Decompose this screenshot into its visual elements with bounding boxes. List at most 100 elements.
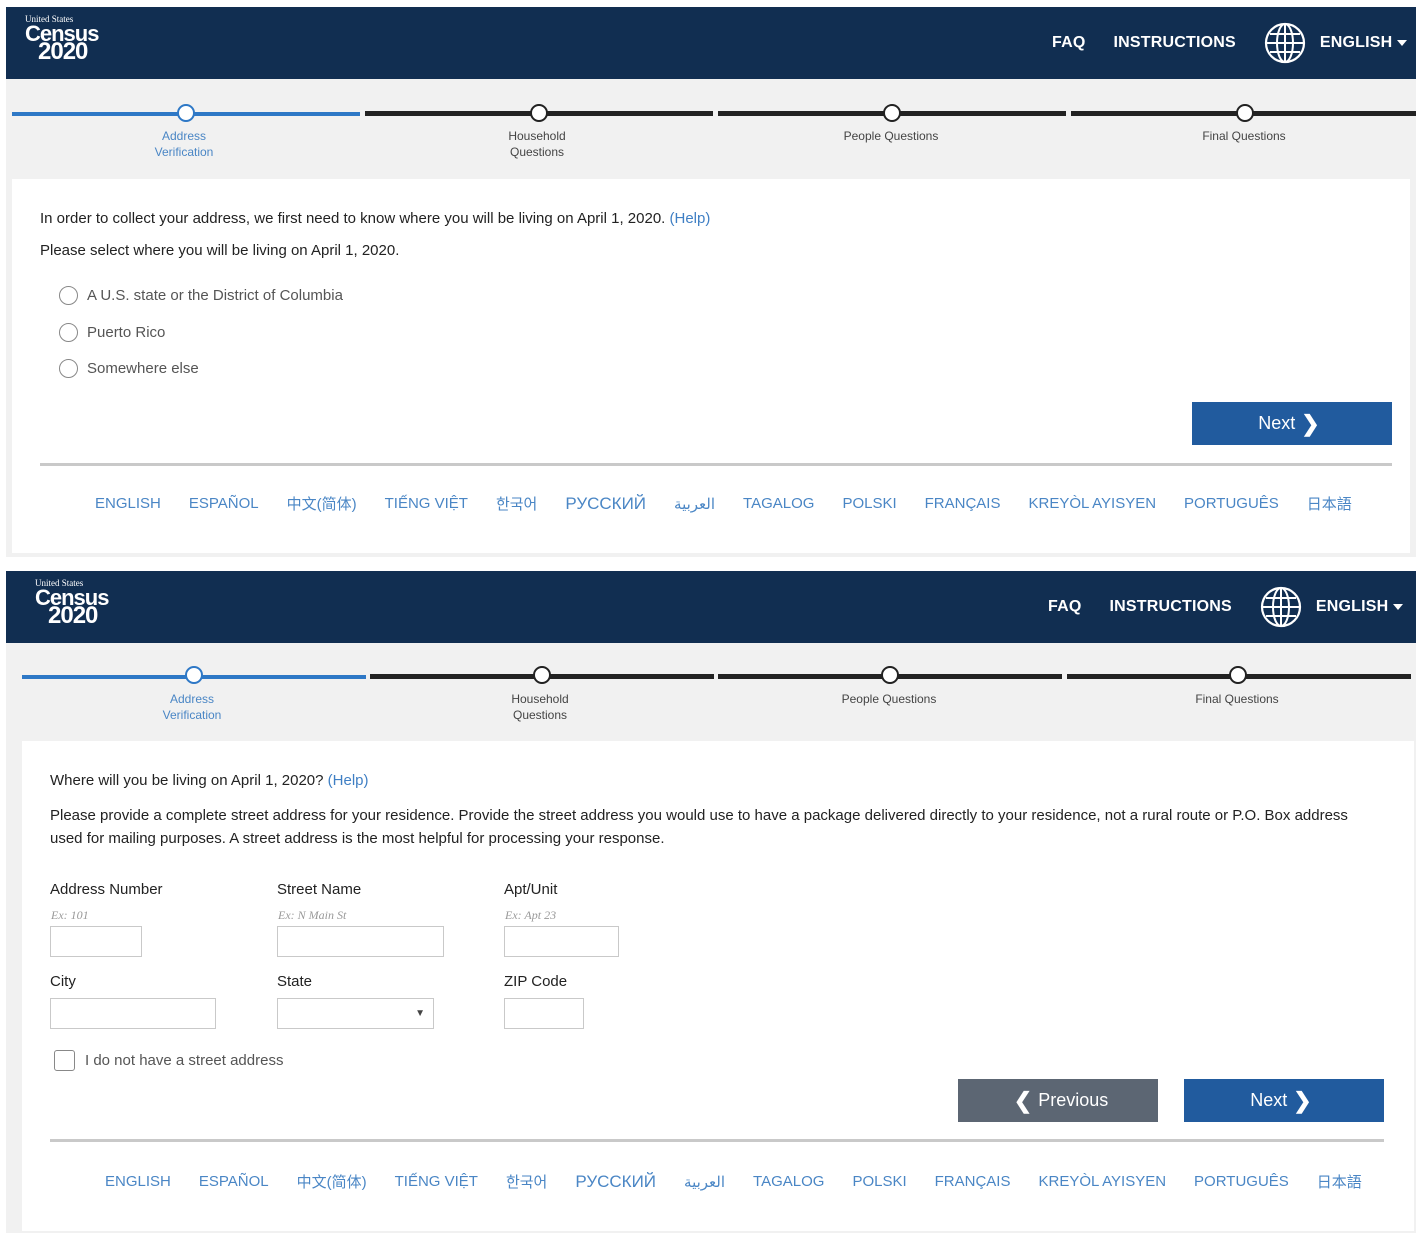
next-button[interactable]: Next ❯ [1184,1079,1384,1122]
step-dot-household [530,104,548,122]
instructions-link[interactable]: INSTRUCTIONS [1110,598,1232,616]
lang-tagalog[interactable]: TAGALOG [743,495,814,512]
divider [50,1139,1384,1142]
lang-espanol[interactable]: ESPAÑOL [199,1173,269,1190]
step-dot-household [533,666,551,684]
lang-kreyol[interactable]: KREYÒL AYISYEN [1028,495,1156,512]
lang-korean[interactable]: 한국어 [506,1171,547,1192]
screen-street-address: United States Census 2020 FAQ INSTRUCTIO… [6,571,1416,1233]
radio-puerto-rico[interactable]: Puerto Rico [59,323,165,342]
next-button[interactable]: Next ❯ [1192,402,1392,445]
question-text: Where will you be living on April 1, 202… [50,772,369,789]
city-input[interactable] [50,998,216,1029]
language-dropdown[interactable]: ENGLISH [1316,598,1404,616]
apt-unit-label: Apt/Unit [504,881,558,898]
language-bar: ENGLISH ESPAÑOL 中文(简体) TIẾNG VIỆT 한국어 РУ… [105,1171,1362,1192]
lang-portugues[interactable]: PORTUGUÊS [1184,495,1279,512]
site-header: United States Census 2020 FAQ INSTRUCTIO… [6,7,1416,79]
checkbox[interactable] [54,1050,75,1071]
address-form-card: Where will you be living on April 1, 202… [22,741,1414,1231]
address-number-label: Address Number [50,881,163,898]
address-number-input[interactable] [50,926,142,957]
street-name-input[interactable] [277,926,444,957]
step-dot-address [177,104,195,122]
step-label-address: Address Verification [154,129,214,159]
language-dropdown[interactable]: ENGLISH [1320,34,1408,52]
step-dot-final [1229,666,1247,684]
lang-japanese[interactable]: 日本語 [1317,1171,1362,1192]
lang-vietnamese[interactable]: TIẾNG VIỆT [395,1173,478,1190]
lang-chinese[interactable]: 中文(简体) [287,493,357,514]
zip-code-input[interactable] [504,998,584,1029]
site-header: United States Census 2020 FAQ INSTRUCTIO… [6,571,1416,643]
divider [40,463,1392,466]
lang-francais[interactable]: FRANÇAIS [935,1173,1011,1190]
street-name-hint: Ex: N Main St [278,908,347,922]
faq-link[interactable]: FAQ [1052,34,1086,52]
instructions-link[interactable]: INSTRUCTIONS [1114,34,1236,52]
lang-polski[interactable]: POLSKI [852,1173,906,1190]
lang-tagalog[interactable]: TAGALOG [753,1173,824,1190]
radio-somewhere-else[interactable]: Somewhere else [59,359,199,378]
lang-korean[interactable]: 한국어 [496,493,537,514]
chevron-left-icon: ❮ [1013,1087,1033,1113]
step-label-address: Address Verification [162,692,222,722]
help-link[interactable]: (Help) [670,210,711,227]
lang-kreyol[interactable]: KREYÒL AYISYEN [1038,1173,1166,1190]
lang-russian[interactable]: РУССКИЙ [575,1172,656,1192]
lang-polski[interactable]: POLSKI [842,495,896,512]
language-bar: ENGLISH ESPAÑOL 中文(简体) TIẾNG VIỆT 한국어 РУ… [95,493,1352,514]
question-card: In order to collect your address, we fir… [12,179,1410,553]
step-dot-people [883,104,901,122]
address-number-hint: Ex: 101 [51,908,89,922]
header-nav: FAQ INSTRUCTIONS ENGLISH [1052,7,1408,79]
step-dot-address [185,666,203,684]
step-label-household: Household Questions [508,129,566,159]
census-2020-logo[interactable]: United States Census 2020 [25,15,99,64]
census-2020-logo[interactable]: United States Census 2020 [35,579,109,628]
instruction-text: Please provide a complete street address… [50,807,1348,847]
help-link[interactable]: (Help) [328,772,369,789]
radio-button[interactable] [59,323,78,342]
state-label: State [277,973,313,990]
language-label: ENGLISH [1315,598,1389,615]
globe-icon[interactable] [1264,22,1306,64]
radio-label: Puerto Rico [87,324,166,341]
header-nav: FAQ INSTRUCTIONS ENGLISH [1048,571,1404,643]
caret-down-icon [1393,604,1404,610]
radio-label: Somewhere else [87,360,199,377]
lang-russian[interactable]: РУССКИЙ [565,494,646,514]
caret-down-icon [1397,40,1408,46]
apt-unit-input[interactable] [504,926,619,957]
intro-text: In order to collect your address, we fir… [40,210,711,227]
state-select[interactable]: ▼ [277,998,434,1029]
step-dot-people [881,666,899,684]
lang-japanese[interactable]: 日本語 [1307,493,1352,514]
previous-button[interactable]: ❮ Previous [958,1079,1158,1122]
no-street-address-checkbox-row[interactable]: I do not have a street address [54,1050,283,1071]
lang-arabic[interactable]: العربية [684,1173,725,1191]
radio-button[interactable] [59,359,78,378]
city-label: City [50,973,76,990]
progress-stepper: Address Verification Household Questions P… [6,79,1416,179]
step-label-people: People Questions [841,692,937,706]
lang-english[interactable]: ENGLISH [105,1173,171,1190]
question-prompt: Please select where you will be living o… [40,242,400,259]
language-label: ENGLISH [1319,34,1393,51]
dropdown-arrow-icon: ▼ [415,1008,425,1019]
step-label-final: Final Questions [1195,692,1279,706]
lang-espanol[interactable]: ESPAÑOL [189,495,259,512]
globe-icon[interactable] [1260,586,1302,628]
lang-francais[interactable]: FRANÇAIS [925,495,1001,512]
lang-chinese[interactable]: 中文(简体) [297,1171,367,1192]
checkbox-label: I do not have a street address [85,1052,284,1069]
radio-label: A U.S. state or the District of Columbia [87,287,343,304]
screen-address-location: United States Census 2020 FAQ INSTRUCTIO… [6,7,1416,557]
faq-link[interactable]: FAQ [1048,598,1082,616]
lang-arabic[interactable]: العربية [674,495,715,513]
radio-button[interactable] [59,286,78,305]
radio-us-state[interactable]: A U.S. state or the District of Columbia [59,286,343,305]
lang-english[interactable]: ENGLISH [95,495,161,512]
lang-vietnamese[interactable]: TIẾNG VIỆT [385,495,468,512]
lang-portugues[interactable]: PORTUGUÊS [1194,1173,1289,1190]
